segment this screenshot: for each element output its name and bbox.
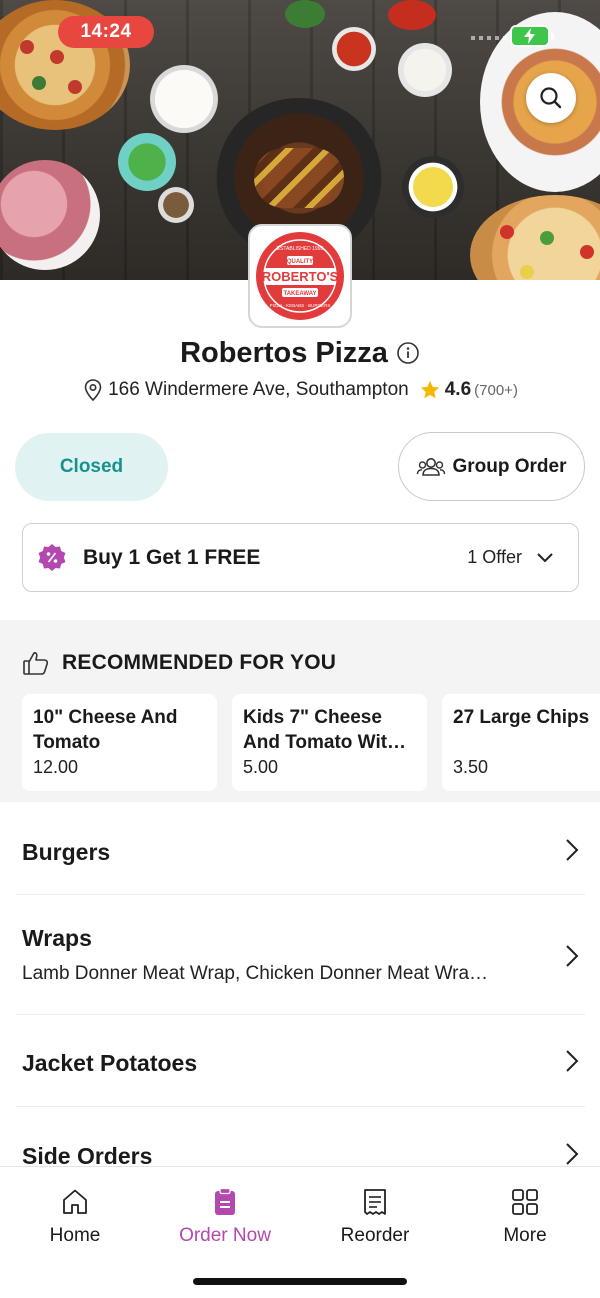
svg-text:PIZZA · KEBABS · BURGERS: PIZZA · KEBABS · BURGERS xyxy=(270,303,331,308)
group-order-button[interactable]: Group Order xyxy=(398,432,585,501)
offer-title: Buy 1 Get 1 FREE xyxy=(83,545,261,569)
recommended-item[interactable]: Kids 7" Cheese And Tomato Wit… 5.00 xyxy=(232,694,427,791)
discount-badge-icon xyxy=(38,543,66,571)
spice-bowl-image xyxy=(158,187,194,223)
category-row-burgers[interactable]: Burgers xyxy=(16,802,585,895)
chevron-right-icon xyxy=(566,1050,579,1072)
store-logo: ESTABLISHED 1999 QUALITY ROBERTO'S TAKEA… xyxy=(248,224,352,328)
tab-label: More xyxy=(503,1225,547,1246)
tab-more[interactable]: More xyxy=(450,1187,600,1247)
category-row-wraps[interactable]: Wraps Lamb Donner Meat Wrap, Chicken Don… xyxy=(16,895,585,1015)
recommended-item[interactable]: 27 Large Chips 3.50 xyxy=(442,694,600,791)
lemon-image xyxy=(402,156,464,218)
rating-count: (700+) xyxy=(474,381,518,399)
home-icon xyxy=(63,1189,87,1214)
store-name: Robertos Pizza xyxy=(180,336,388,369)
chevron-right-icon xyxy=(566,945,579,967)
category-title: Jacket Potatoes xyxy=(22,1050,198,1076)
peas-image xyxy=(118,133,176,191)
grid-icon xyxy=(512,1189,538,1215)
recommended-heading: RECOMMENDED FOR YOU xyxy=(62,651,337,674)
recommended-item-name: Kids 7" Cheese And Tomato Wit… xyxy=(243,707,407,753)
order-icon xyxy=(215,1187,235,1215)
home-indicator xyxy=(193,1278,407,1285)
herb-image xyxy=(285,0,325,28)
rating-value: 4.6 xyxy=(444,379,472,400)
offer-card[interactable]: Buy 1 Get 1 FREE 1 Offer xyxy=(22,523,579,592)
tab-order-now[interactable]: Order Now xyxy=(150,1187,300,1247)
search-icon xyxy=(540,87,562,109)
category-title: Side Orders xyxy=(22,1143,153,1167)
search-button[interactable] xyxy=(526,73,576,123)
signal-icon xyxy=(471,36,507,40)
location-pin-icon xyxy=(84,379,102,402)
chevron-right-icon xyxy=(566,839,579,861)
status-time: 14:24 xyxy=(58,16,154,48)
closed-status-button[interactable]: Closed xyxy=(15,433,168,501)
recommended-item-name: 10" Cheese And Tomato xyxy=(33,707,178,753)
mayo-bowl-image xyxy=(398,43,452,97)
tab-label: Home xyxy=(49,1225,101,1246)
info-icon[interactable] xyxy=(396,341,420,365)
tab-label: Reorder xyxy=(340,1225,410,1246)
address-row: 166 Windermere Ave, Southampton 4.6 (700… xyxy=(0,378,600,402)
store-address: 166 Windermere Ave, Southampton xyxy=(108,379,409,400)
chevron-down-icon[interactable] xyxy=(536,552,554,564)
svg-text:ROBERTO'S: ROBERTO'S xyxy=(262,269,339,284)
tomato-image xyxy=(388,0,436,30)
battery-icon xyxy=(510,25,554,47)
receipt-icon xyxy=(364,1189,386,1215)
recommended-item[interactable]: 10" Cheese And Tomato 12.00 xyxy=(22,694,217,791)
recommended-item-price: 3.50 xyxy=(453,757,489,777)
category-title: Wraps xyxy=(22,925,92,951)
offer-count: 1 Offer xyxy=(467,547,522,567)
category-subtitle: Lamb Donner Meat Wrap, Chicken Donner Me… xyxy=(22,963,489,984)
tab-home[interactable]: Home xyxy=(0,1187,150,1247)
group-icon xyxy=(417,457,446,476)
tab-reorder[interactable]: Reorder xyxy=(300,1187,450,1247)
chevron-right-icon xyxy=(566,1143,579,1165)
category-title: Burgers xyxy=(22,839,111,865)
recommended-item-name: 27 Large Chips xyxy=(453,707,590,728)
recommended-item-price: 5.00 xyxy=(243,757,279,777)
thumbs-up-icon xyxy=(23,652,49,675)
category-row-jacket-potatoes[interactable]: Jacket Potatoes xyxy=(16,1015,585,1107)
recommended-item-price: 12.00 xyxy=(33,757,79,777)
svg-text:TAKEAWAY: TAKEAWAY xyxy=(283,291,316,297)
pizza-image-2 xyxy=(470,195,600,280)
group-order-label: Group Order xyxy=(452,455,567,477)
recommended-header: RECOMMENDED FOR YOU xyxy=(22,650,336,676)
category-row-side-orders[interactable]: Side Orders xyxy=(16,1107,585,1167)
store-name-row: Robertos Pizza xyxy=(0,336,600,370)
jug-image xyxy=(150,65,218,133)
svg-text:QUALITY: QUALITY xyxy=(287,259,313,265)
recommended-section: RECOMMENDED FOR YOU 10" Cheese And Tomat… xyxy=(0,620,600,802)
sauce-bowl-image xyxy=(332,27,376,71)
svg-text:ESTABLISHED 1999: ESTABLISHED 1999 xyxy=(277,246,324,252)
ice-cream-image xyxy=(0,160,100,270)
tab-label: Order Now xyxy=(179,1225,271,1246)
star-icon xyxy=(420,380,439,399)
